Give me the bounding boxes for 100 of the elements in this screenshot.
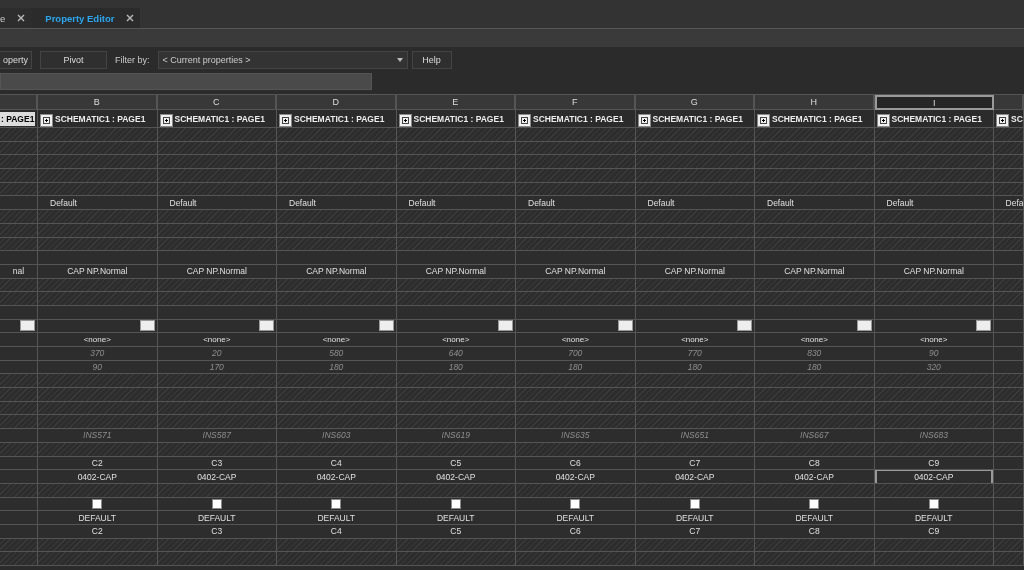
cell-button[interactable] bbox=[737, 320, 752, 332]
column-header[interactable]: B bbox=[38, 95, 158, 110]
table-cell: INS619 bbox=[441, 430, 470, 441]
column-header[interactable]: F bbox=[516, 95, 636, 110]
filter-label: Filter by: bbox=[115, 54, 150, 65]
table-cell: INS683 bbox=[919, 430, 948, 441]
column-header[interactable]: I bbox=[874, 95, 994, 110]
column-header[interactable]: D bbox=[277, 95, 397, 110]
column-title: SCHEMATIC1 : PAGE1 bbox=[174, 113, 265, 124]
table-cell-text: Default bbox=[766, 197, 794, 208]
column-header[interactable]: G bbox=[635, 95, 755, 110]
expand-icon[interactable] bbox=[279, 114, 292, 127]
cell-button[interactable] bbox=[139, 320, 155, 332]
column-title: SC bbox=[1011, 113, 1023, 124]
table-cell: <none> bbox=[800, 335, 828, 345]
table-cell[interactable]: 0402-CAP bbox=[277, 470, 396, 483]
hatched-cell bbox=[994, 169, 1024, 183]
column-title: SCHEMATIC1 : PAGE1 bbox=[533, 113, 624, 124]
hatched-cell bbox=[0, 374, 38, 389]
checkbox[interactable] bbox=[689, 498, 700, 509]
table-cell: INS651 bbox=[680, 430, 709, 441]
column-title: SCHEMATIC1 : PAGE1 bbox=[413, 113, 504, 124]
filter-dropdown[interactable]: < Current properties > bbox=[157, 50, 408, 69]
column-title: SCHEMATIC1 : PAGE1 bbox=[652, 113, 743, 124]
table-cell-text: Default bbox=[49, 197, 77, 208]
table-cell: 700 bbox=[568, 348, 583, 359]
checkbox[interactable] bbox=[928, 498, 939, 509]
expand-icon[interactable] bbox=[996, 114, 1009, 127]
table-cell: CAP NP.Normal bbox=[67, 266, 128, 277]
table-cell: INS587 bbox=[202, 430, 231, 441]
table-cell: DEFAULT bbox=[795, 512, 834, 523]
table-cell: C5 bbox=[450, 457, 462, 468]
table-cell: <none> bbox=[920, 335, 948, 345]
table-cell[interactable]: 0402-CAP bbox=[755, 470, 874, 483]
table-cell: CAP NP.Normal bbox=[425, 266, 486, 277]
table-cell[interactable]: 0402-CAP bbox=[157, 470, 276, 483]
table-cell: <none> bbox=[442, 335, 470, 345]
column-title: SCHEMATIC1 : PAGE1 bbox=[891, 113, 982, 124]
hatched-cell bbox=[0, 169, 38, 183]
column-title: SCHEMATIC1 : PAGE1 bbox=[55, 113, 146, 124]
column-title: : PAGE1 bbox=[0, 111, 36, 126]
checkbox[interactable] bbox=[450, 498, 461, 509]
table-cell: DEFAULT bbox=[914, 512, 953, 523]
hatched-cell bbox=[994, 374, 1024, 389]
table-cell: INS603 bbox=[322, 430, 351, 441]
help-button[interactable]: Help bbox=[411, 50, 452, 69]
cell-button[interactable] bbox=[259, 320, 274, 332]
table-cell: <none> bbox=[83, 335, 111, 345]
checkbox[interactable] bbox=[570, 498, 581, 509]
table-cell-text: Default bbox=[527, 197, 555, 208]
close-icon[interactable] bbox=[126, 14, 135, 22]
toolbar-button[interactable]: Pivot bbox=[40, 50, 107, 69]
checkbox[interactable] bbox=[92, 498, 103, 509]
column-header[interactable]: H bbox=[755, 95, 875, 110]
input-field[interactable] bbox=[0, 73, 372, 90]
table-cell: 180 bbox=[687, 362, 702, 373]
cell-button[interactable] bbox=[378, 320, 394, 332]
table-cell: 180 bbox=[329, 362, 344, 373]
table-cell: DEFAULT bbox=[197, 512, 236, 523]
table-cell: C6 bbox=[569, 457, 581, 468]
tab[interactable]: Property Editor bbox=[31, 8, 141, 28]
table-cell-text: Defa bbox=[1004, 197, 1023, 208]
hatched-cell bbox=[0, 155, 38, 170]
table-cell[interactable]: 0402-CAP bbox=[38, 470, 157, 483]
table-cell: C4 bbox=[330, 457, 342, 468]
cell-button[interactable] bbox=[617, 320, 633, 332]
tab[interactable]: e bbox=[0, 8, 32, 28]
table-cell: CAP NP.Normal bbox=[186, 266, 247, 277]
hatched-cell bbox=[994, 292, 1024, 306]
checkbox[interactable] bbox=[809, 498, 820, 509]
expand-icon[interactable] bbox=[40, 114, 53, 127]
table-cell: 580 bbox=[329, 348, 344, 359]
table-cell: CAP NP.Normal bbox=[306, 266, 367, 277]
column-header[interactable]: E bbox=[396, 95, 516, 110]
checkbox[interactable] bbox=[211, 498, 222, 509]
table-cell: 170 bbox=[209, 362, 224, 373]
expand-icon[interactable] bbox=[757, 114, 770, 127]
table-cell[interactable]: 0402-CAP bbox=[635, 470, 754, 483]
toolbar-button[interactable]: operty bbox=[0, 50, 32, 69]
expand-icon[interactable] bbox=[398, 114, 412, 127]
expand-icon[interactable] bbox=[876, 114, 890, 127]
expand-icon[interactable] bbox=[518, 114, 531, 127]
table-cell[interactable]: 0402-CAP bbox=[396, 470, 515, 483]
cell-button[interactable] bbox=[20, 320, 35, 332]
column-header[interactable]: C bbox=[157, 95, 277, 110]
table-cell: 20 bbox=[212, 348, 222, 359]
cell-button[interactable] bbox=[856, 320, 872, 332]
checkbox[interactable] bbox=[331, 498, 342, 509]
table-cell: CAP NP.Normal bbox=[545, 266, 606, 277]
expand-icon[interactable] bbox=[637, 114, 651, 127]
expand-icon[interactable] bbox=[159, 114, 173, 127]
close-icon[interactable] bbox=[17, 14, 26, 22]
table-cell: 90 bbox=[929, 348, 939, 359]
table-cell: C8 bbox=[808, 457, 820, 468]
cell-button[interactable] bbox=[498, 320, 513, 332]
table-cell: C3 bbox=[211, 526, 223, 537]
table-cell: INS571 bbox=[83, 430, 112, 441]
cell-button[interactable] bbox=[976, 320, 991, 332]
table-cell[interactable]: 0402-CAP bbox=[516, 470, 635, 483]
hatched-cell bbox=[0, 388, 38, 402]
